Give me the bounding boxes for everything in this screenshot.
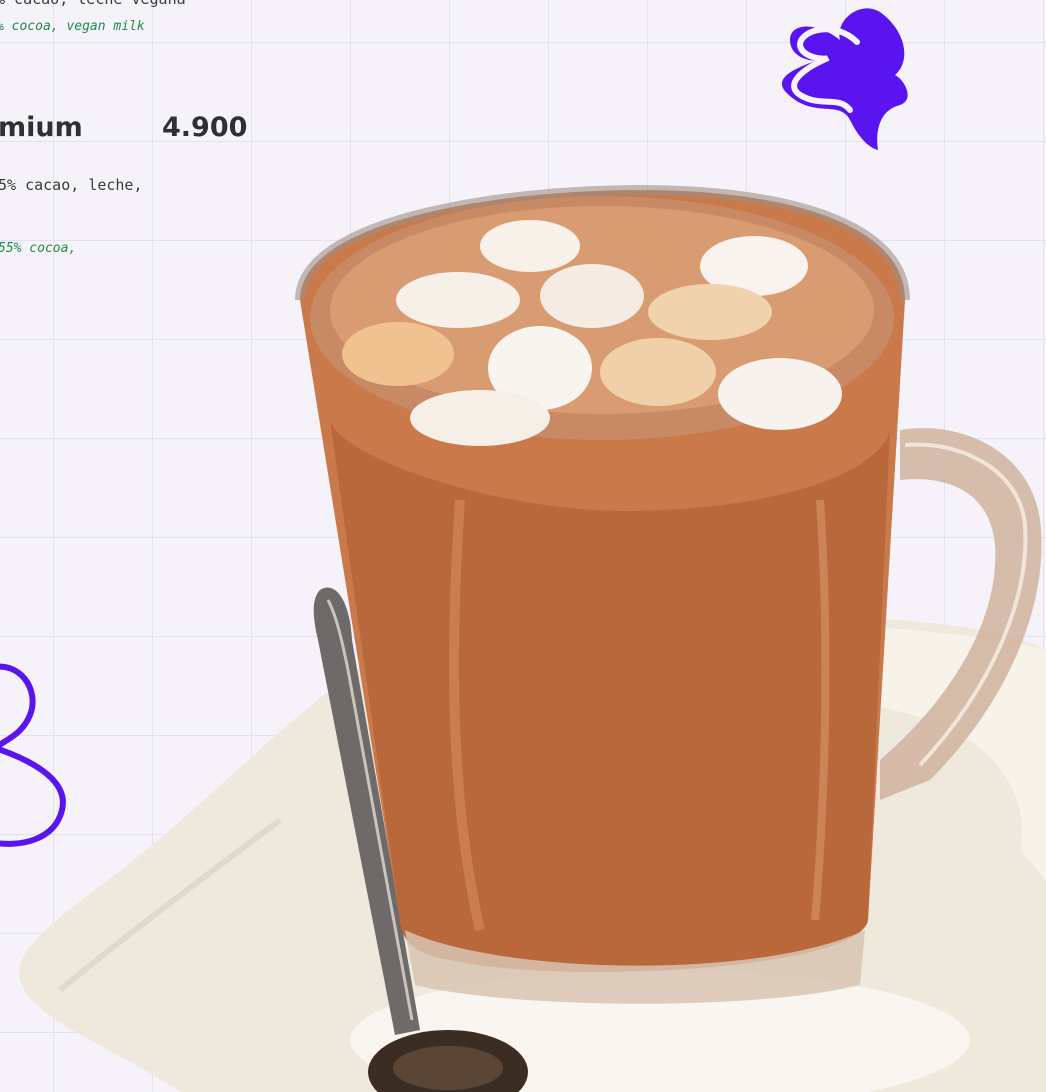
decor-layer: [0, 8, 1046, 1092]
blob-squiggle-left-icon: [0, 663, 66, 847]
blob-squiggle-top-icon: [781, 8, 908, 150]
